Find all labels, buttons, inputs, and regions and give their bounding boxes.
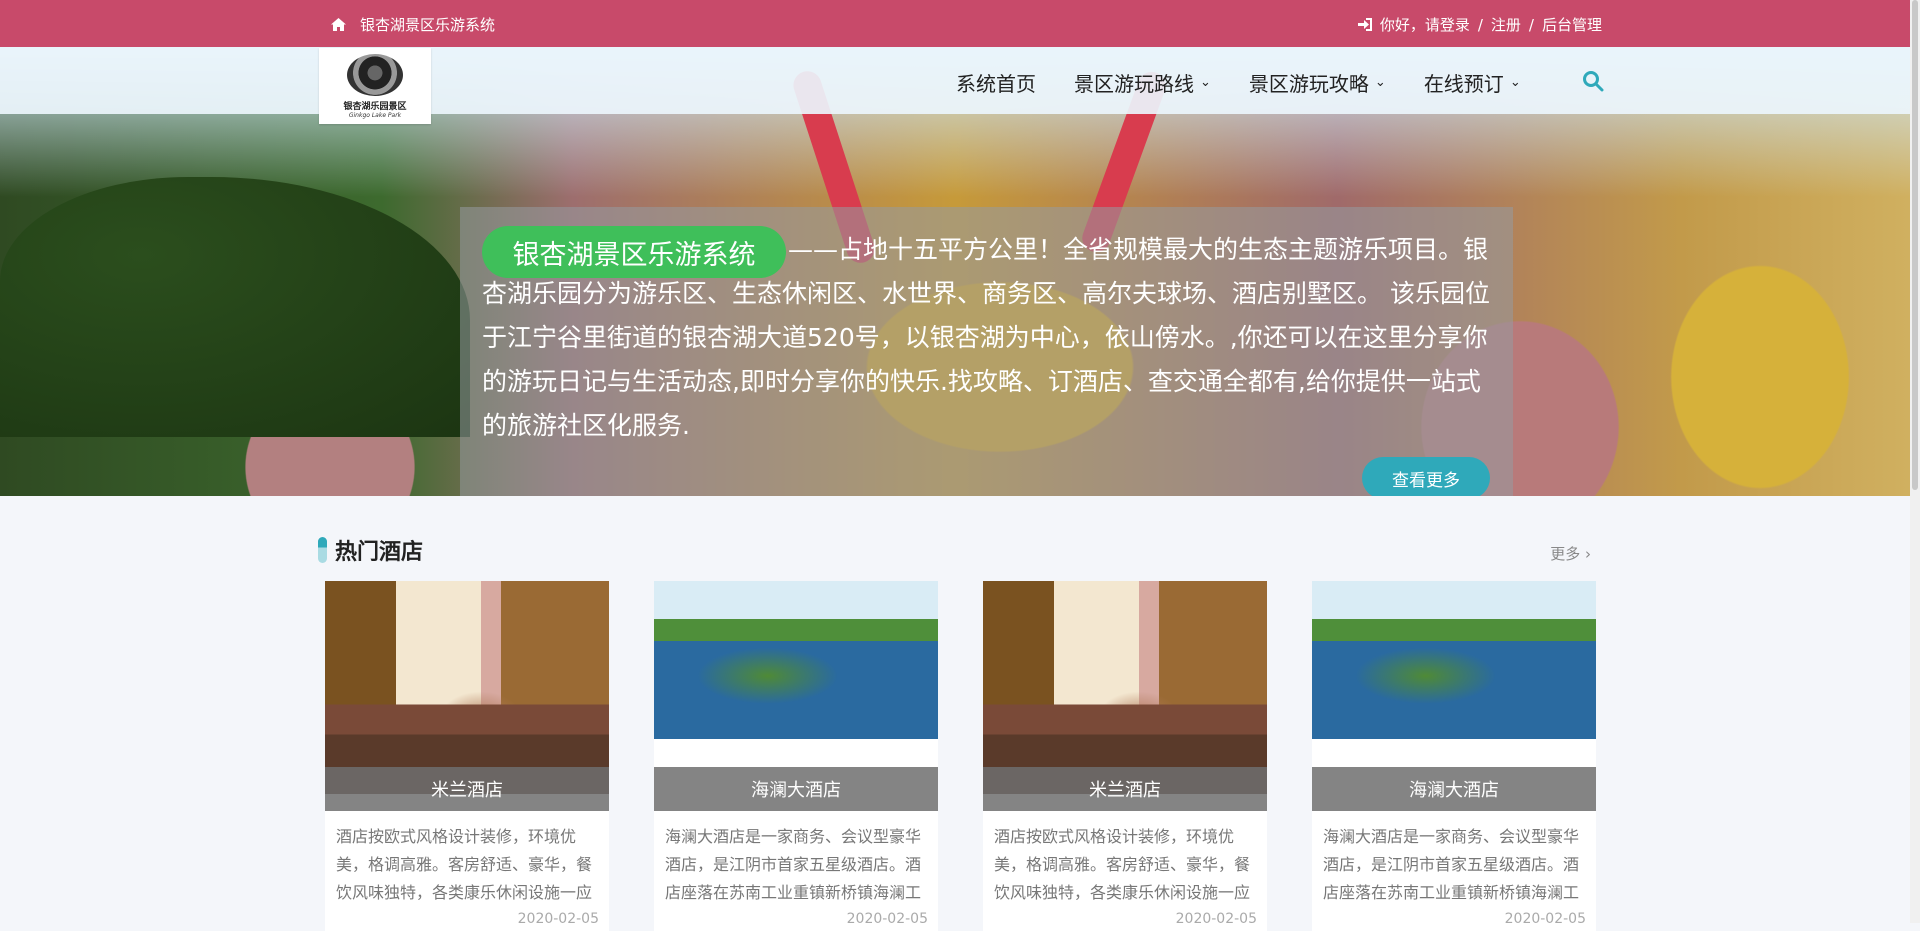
separator: / <box>1477 15 1483 34</box>
hotel-card[interactable]: 海澜大酒店 海澜大酒店是一家商务、会议型豪华酒店，是江阴市首家五星级酒店。酒店座… <box>654 581 938 931</box>
nav-item-label: 景区游玩路线 <box>1074 72 1194 96</box>
hotel-card[interactable]: 米兰酒店 酒店按欧式风格设计装修，环境优美，格调高雅。客房舒适、豪华，餐饮风味独… <box>325 581 609 931</box>
hotel-date: 2020-02-05 <box>1175 911 1257 927</box>
nav-item-booking[interactable]: 在线预订 ⌄ <box>1424 68 1521 97</box>
hotel-description: 酒店按欧式风格设计装修，环境优美，格调高雅。客房舒适、豪华，餐饮风味独特，各类康… <box>994 827 1251 902</box>
hero-trees <box>0 177 470 437</box>
hotel-card[interactable]: 米兰酒店 酒店按欧式风格设计装修，环境优美，格调高雅。客房舒适、豪华，餐饮风味独… <box>983 581 1267 931</box>
nav-menu: 系统首页 景区游玩路线 ⌄ 景区游玩攻略 ⌄ 在线预订 ⌄ <box>956 68 1604 97</box>
separator: / <box>1528 15 1534 34</box>
main-navbar: 银杏湖乐园景区 Ginkgo Lake Park 系统首页 景区游玩路线 ⌄ 景… <box>0 47 1910 124</box>
nav-item-label: 系统首页 <box>956 72 1036 96</box>
logo-title: 银杏湖乐园景区 <box>343 101 407 112</box>
login-link[interactable]: 你好，请登录 <box>1380 14 1470 35</box>
hotel-date: 2020-02-05 <box>1504 911 1586 927</box>
nav-item-routes[interactable]: 景区游玩路线 ⌄ <box>1074 68 1211 97</box>
chevron-down-icon: ⌄ <box>1374 75 1386 90</box>
hotel-card[interactable]: 海澜大酒店 海澜大酒店是一家商务、会议型豪华酒店，是江阴市首家五星级酒店。酒店座… <box>1312 581 1596 931</box>
hotel-date: 2020-02-05 <box>846 911 928 927</box>
register-link[interactable]: 注册 <box>1491 14 1521 35</box>
nav-item-label: 在线预订 <box>1423 72 1504 96</box>
hotel-image[interactable] <box>1312 581 1596 739</box>
top-bar: 银杏湖景区乐游系统 你好，请登录 / 注册 / 后台管理 <box>0 0 1910 47</box>
view-more-button[interactable]: 查看更多 <box>1362 457 1490 496</box>
hotel-description: 海澜大酒店是一家商务、会议型豪华酒店，是江阴市首家五星级酒店。酒店座落在苏南工业… <box>665 827 922 902</box>
hotel-description: 海澜大酒店是一家商务、会议型豪华酒店，是江阴市首家五星级酒店。酒店座落在苏南工业… <box>1323 827 1580 902</box>
hotel-description: 酒店按欧式风格设计装修，环境优美，格调高雅。客房舒适、豪华，餐饮风味独特，各类康… <box>336 827 593 902</box>
site-logo[interactable]: 银杏湖乐园景区 Ginkgo Lake Park <box>319 48 431 124</box>
nav-item-label: 景区游玩攻略 <box>1248 72 1369 96</box>
hotel-image[interactable] <box>983 581 1267 794</box>
scrollbar-thumb[interactable] <box>1912 0 1918 490</box>
hotel-image[interactable] <box>325 581 609 794</box>
hotel-image[interactable] <box>654 581 938 739</box>
page-scrollbar[interactable] <box>1910 0 1920 923</box>
hotel-name[interactable]: 米兰酒店 <box>983 767 1267 811</box>
hero-banner: ——占地十五平方公里！全省规模最大的生态主题游乐项目。银杏湖乐园分为游乐区、生态… <box>0 47 1910 496</box>
hotel-name[interactable]: 海澜大酒店 <box>1312 767 1596 811</box>
section-marker-icon <box>318 537 327 563</box>
home-link[interactable]: 银杏湖景区乐游系统 <box>331 14 495 35</box>
nav-item-guides[interactable]: 景区游玩攻略 ⌄ <box>1249 68 1386 97</box>
hotel-date: 2020-02-05 <box>517 911 599 927</box>
chevron-down-icon: ⌄ <box>1200 75 1211 90</box>
hero-intro-panel: ——占地十五平方公里！全省规模最大的生态主题游乐项目。银杏湖乐园分为游乐区、生态… <box>460 207 1513 496</box>
chevron-down-icon: ⌄ <box>1509 75 1521 90</box>
logo-emblem <box>347 53 403 96</box>
chevron-right-icon: › <box>1585 545 1591 563</box>
search-icon[interactable] <box>1582 70 1604 92</box>
hotel-name[interactable]: 米兰酒店 <box>325 767 609 811</box>
sign-in-icon <box>1357 18 1372 31</box>
site-name: 银杏湖景区乐游系统 <box>360 16 496 34</box>
logo-subtitle: Ginkgo Lake Park <box>348 111 402 119</box>
admin-link[interactable]: 后台管理 <box>1542 14 1602 35</box>
hotel-name[interactable]: 海澜大酒店 <box>654 767 938 811</box>
hot-hotels-section: 热门酒店 更多 › 米兰酒店 酒店按欧式风格设计装修，环境优美，格调高雅。客房舒… <box>318 533 1596 931</box>
more-link[interactable]: 更多 › <box>1550 543 1591 564</box>
home-icon <box>331 18 346 31</box>
section-title: 热门酒店 <box>335 540 424 565</box>
hero-badge: 银杏湖景区乐游系统 <box>482 226 786 278</box>
nav-item-home[interactable]: 系统首页 <box>956 68 1036 97</box>
more-link-label: 更多 <box>1550 545 1581 563</box>
